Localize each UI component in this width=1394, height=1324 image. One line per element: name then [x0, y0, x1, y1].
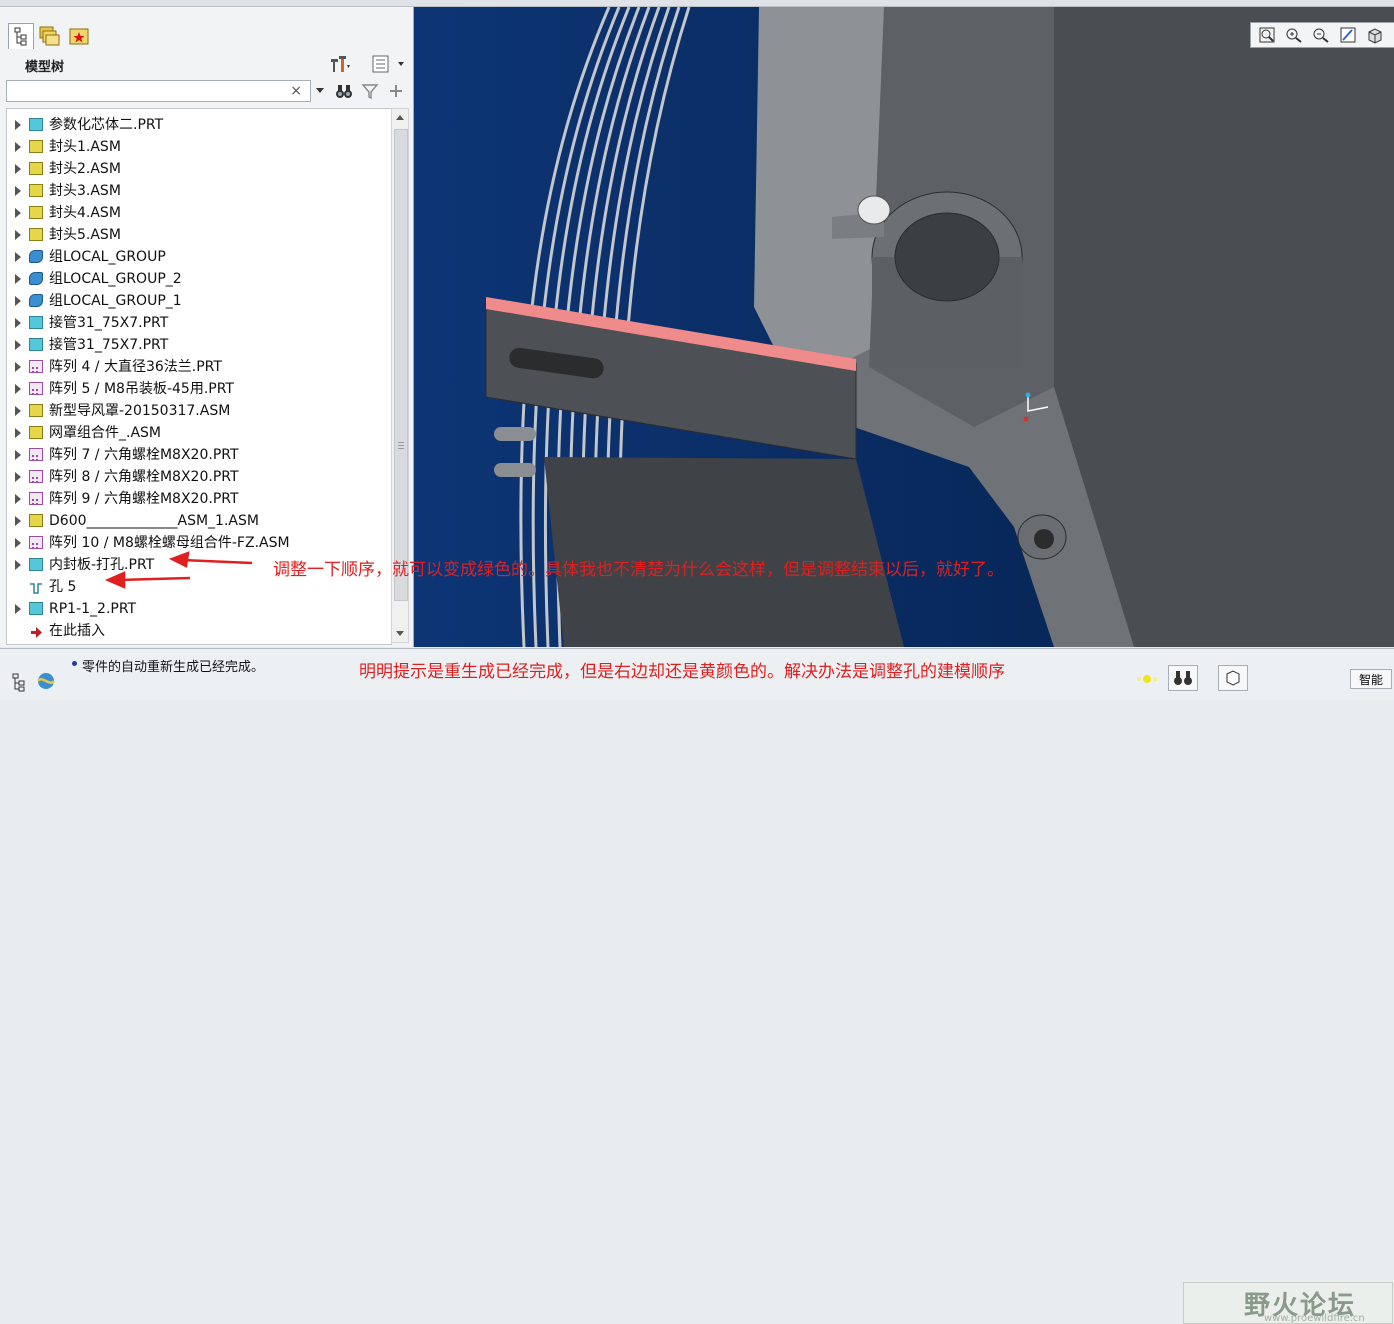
arrow-to-part	[181, 558, 253, 565]
message-bullet-icon	[72, 661, 77, 666]
watermark-url: www.proewildfire.cn	[1264, 1313, 1365, 1324]
arrow-to-hole	[117, 576, 191, 582]
find-button[interactable]	[1168, 665, 1198, 691]
browser-globe-icon	[36, 673, 56, 689]
toggle-browser-button[interactable]	[34, 669, 58, 693]
annotation-arrows	[104, 551, 1131, 686]
watermark: 野火论坛 www.proewildfire.cn	[1183, 1282, 1393, 1324]
arrow-head	[168, 551, 190, 568]
tree-annotation-text: 调整一下顺序，就可以变成绿色的。具体我也不清楚为什么会这样，但是调整结束以后，就…	[273, 560, 1004, 580]
arrow-head	[104, 571, 126, 589]
select-box-icon	[1226, 670, 1240, 686]
binoculars-icon	[1174, 671, 1192, 685]
status-message: 零件的自动重新生成已经完成。	[82, 660, 265, 675]
yellow-light-icon	[1137, 675, 1157, 683]
model-tree-icon	[12, 673, 25, 692]
selection-filter-dropdown[interactable]: 智能	[1350, 669, 1392, 689]
selection-box-button[interactable]	[1218, 665, 1248, 691]
status-annotation-text: 明明提示是重生成已经完成，但是右边却还是黄颜色的。解决办法是调整孔的建模顺序	[359, 662, 1005, 682]
status-bar: 零件的自动重新生成已经完成。 明明提示是重生成已经完成，但是右边却还是黄颜色的。…	[0, 648, 1394, 1324]
regeneration-status-icon[interactable]	[1134, 671, 1160, 687]
toggle-navigator-button[interactable]	[8, 671, 30, 693]
